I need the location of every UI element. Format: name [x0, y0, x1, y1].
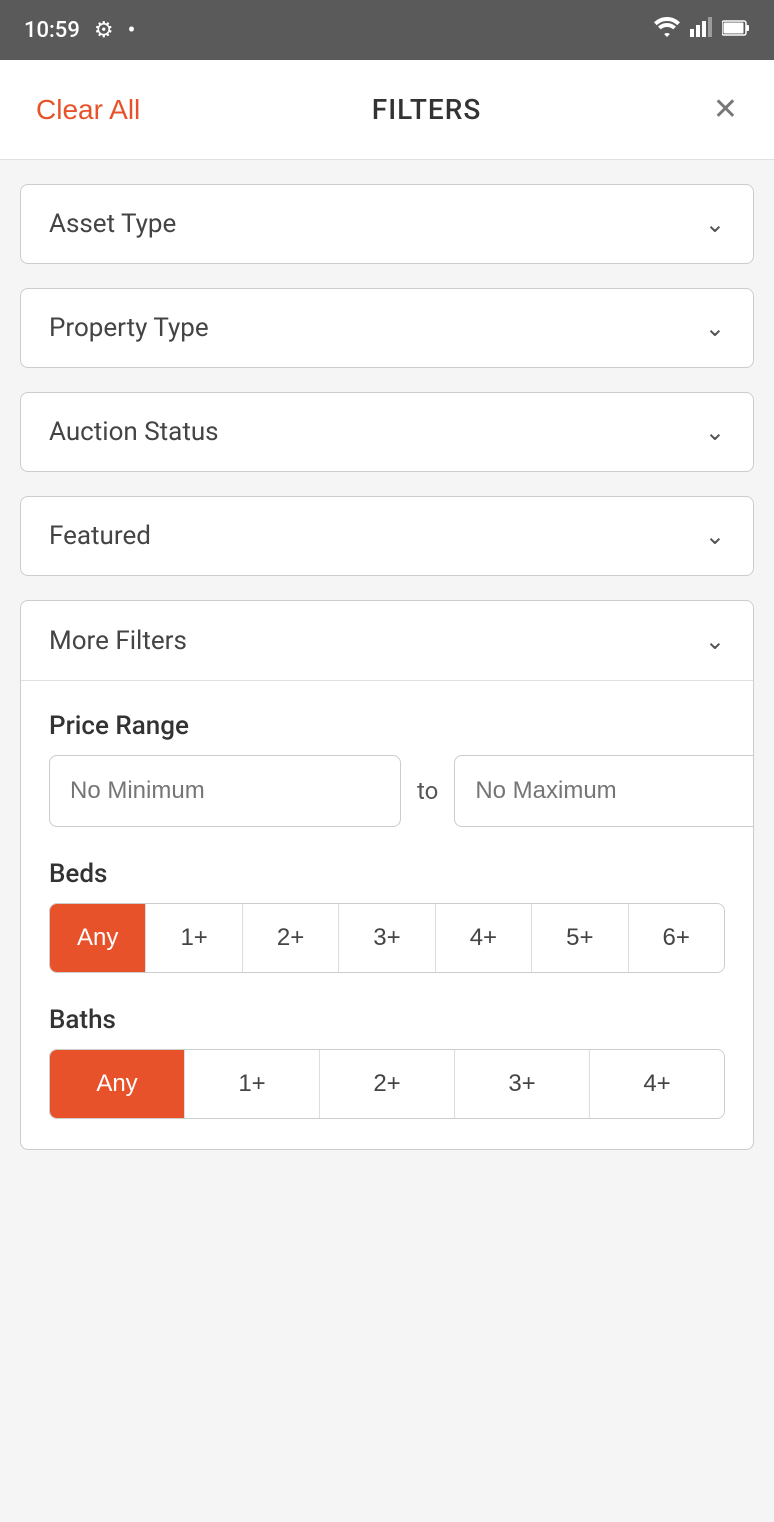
auction-status-label: Auction Status: [49, 417, 219, 447]
baths-option-1plus[interactable]: 1+: [185, 1050, 320, 1118]
status-bar-left: 10:59 ⚙ •: [24, 18, 135, 43]
status-bar: 10:59 ⚙ •: [0, 0, 774, 60]
more-filters-label: More Filters: [49, 626, 187, 656]
close-button[interactable]: ✕: [713, 95, 738, 125]
page-title: FILTERS: [372, 93, 482, 126]
battery-icon: [722, 18, 750, 43]
more-filters-dropdown[interactable]: More Filters ⌄: [21, 601, 753, 681]
wifi-icon: [654, 17, 680, 43]
baths-option-4plus[interactable]: 4+: [590, 1050, 724, 1118]
beds-option-1plus[interactable]: 1+: [146, 904, 242, 972]
asset-type-label: Asset Type: [49, 209, 176, 239]
more-filters-section: More Filters ⌄ Price Range to Beds Any1+…: [20, 600, 754, 1150]
beds-option-any[interactable]: Any: [50, 904, 146, 972]
baths-option-any[interactable]: Any: [50, 1050, 185, 1118]
beds-option-3plus[interactable]: 3+: [339, 904, 435, 972]
beds-options: Any1+2+3+4+5+6+: [49, 903, 725, 973]
baths-option-3plus[interactable]: 3+: [455, 1050, 590, 1118]
property-type-dropdown[interactable]: Property Type ⌄: [20, 288, 754, 368]
baths-options: Any1+2+3+4+: [49, 1049, 725, 1119]
baths-section: Baths Any1+2+3+4+: [49, 1005, 725, 1119]
beds-option-4plus[interactable]: 4+: [436, 904, 532, 972]
dot-icon: •: [128, 18, 136, 43]
beds-option-5plus[interactable]: 5+: [532, 904, 628, 972]
asset-type-dropdown[interactable]: Asset Type ⌄: [20, 184, 754, 264]
gear-icon: ⚙: [94, 18, 114, 43]
featured-dropdown[interactable]: Featured ⌄: [20, 496, 754, 576]
filter-header: Clear All FILTERS ✕: [0, 60, 774, 160]
baths-option-2plus[interactable]: 2+: [320, 1050, 455, 1118]
property-type-chevron-icon: ⌄: [705, 314, 725, 342]
auction-status-chevron-icon: ⌄: [705, 418, 725, 446]
clear-all-button[interactable]: Clear All: [36, 94, 140, 126]
baths-label: Baths: [49, 1005, 725, 1035]
featured-chevron-icon: ⌄: [705, 522, 725, 550]
auction-status-dropdown[interactable]: Auction Status ⌄: [20, 392, 754, 472]
signal-icon: [690, 17, 712, 43]
featured-label: Featured: [49, 521, 151, 551]
status-time: 10:59: [24, 18, 80, 43]
status-bar-right: [654, 17, 750, 43]
price-min-input[interactable]: [49, 755, 401, 827]
property-type-label: Property Type: [49, 313, 209, 343]
beds-option-6plus[interactable]: 6+: [629, 904, 724, 972]
price-range-label: Price Range: [49, 711, 725, 741]
main-content: Asset Type ⌄ Property Type ⌄ Auction Sta…: [0, 160, 774, 1174]
asset-type-chevron-icon: ⌄: [705, 210, 725, 238]
price-range-row: to: [49, 755, 725, 827]
price-to-label: to: [417, 777, 438, 805]
beds-section: Beds Any1+2+3+4+5+6+: [49, 859, 725, 973]
price-range-section: Price Range to: [49, 711, 725, 827]
beds-label: Beds: [49, 859, 725, 889]
more-filters-chevron-icon: ⌄: [705, 627, 725, 655]
more-filters-body: Price Range to Beds Any1+2+3+4+5+6+ Bath…: [21, 681, 753, 1149]
beds-option-2plus[interactable]: 2+: [243, 904, 339, 972]
price-max-input[interactable]: [454, 755, 754, 827]
